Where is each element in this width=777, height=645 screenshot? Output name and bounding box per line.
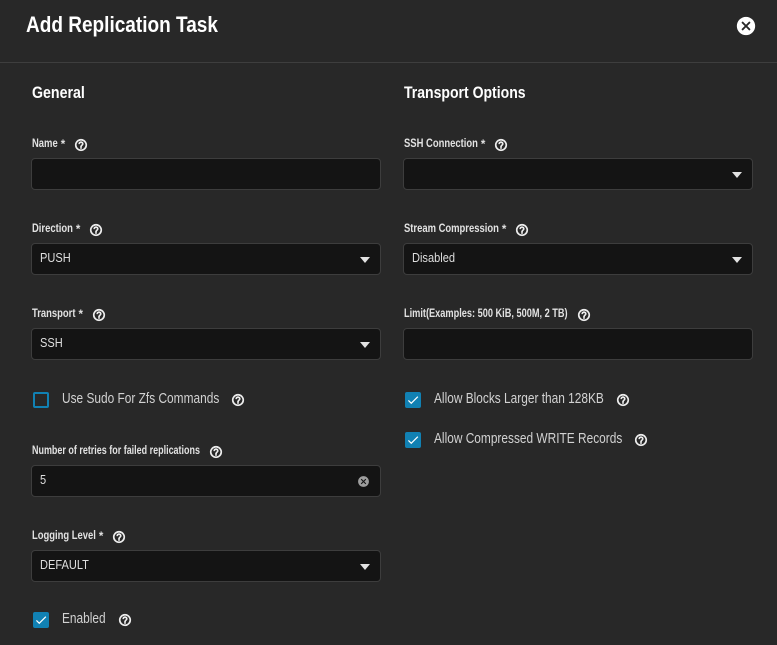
ssh-connection-select[interactable] xyxy=(403,158,753,190)
allow-write-checkbox[interactable] xyxy=(405,432,421,448)
retries-field: Number of retries for failed replication… xyxy=(31,445,381,497)
help-icon[interactable] xyxy=(494,138,508,152)
help-icon[interactable] xyxy=(92,308,106,322)
direction-field: Direction * PUSH xyxy=(31,223,381,275)
checkmark-icon xyxy=(406,433,420,447)
required-asterisk: * xyxy=(99,531,103,543)
transport-select[interactable]: SSH xyxy=(31,328,381,360)
retries-input[interactable]: 5 xyxy=(31,465,381,497)
help-icon[interactable] xyxy=(634,433,648,447)
stream-compression-select[interactable]: Disabled xyxy=(403,243,753,275)
logging-level-field: Logging Level * DEFAULT xyxy=(31,530,381,582)
enabled-label: Enabled xyxy=(62,611,106,628)
stream-compression-select-value: Disabled xyxy=(412,243,455,272)
general-heading: General xyxy=(32,85,85,101)
ssh-connection-field: SSH Connection * xyxy=(403,138,753,190)
required-asterisk: * xyxy=(61,139,65,151)
checkmark-icon xyxy=(406,393,420,407)
stream-compression-label: Stream Compression xyxy=(404,223,499,236)
allow-blocks-checkbox[interactable] xyxy=(405,392,421,408)
dropdown-arrow-icon xyxy=(732,172,742,178)
required-asterisk: * xyxy=(502,224,506,236)
allow-blocks-label: Allow Blocks Larger than 128KB xyxy=(434,391,604,408)
transport-options-heading: Transport Options xyxy=(404,85,526,101)
help-icon[interactable] xyxy=(74,138,88,152)
checkmark-icon xyxy=(34,613,48,627)
logging-level-label: Logging Level xyxy=(32,530,96,543)
required-asterisk: * xyxy=(79,309,83,321)
help-icon[interactable] xyxy=(118,613,132,627)
logging-level-select-value: DEFAULT xyxy=(40,550,89,579)
help-icon[interactable] xyxy=(231,393,245,407)
direction-select-value: PUSH xyxy=(40,243,71,272)
allow-write-checkbox-row: Allow Compressed WRITE Records xyxy=(405,431,648,448)
help-icon[interactable] xyxy=(89,223,103,237)
allow-blocks-checkbox-row: Allow Blocks Larger than 128KB xyxy=(405,391,630,408)
dropdown-arrow-icon xyxy=(360,257,370,263)
help-icon[interactable] xyxy=(209,445,223,459)
retries-input-value: 5 xyxy=(40,465,46,494)
help-icon[interactable] xyxy=(515,223,529,237)
retries-label: Number of retries for failed replication… xyxy=(32,445,200,458)
dropdown-arrow-icon xyxy=(360,564,370,570)
name-label: Name xyxy=(32,138,58,151)
general-section: General Name * Direction * PUSH Transpor… xyxy=(31,0,381,645)
transport-field: Transport * SSH xyxy=(31,308,381,360)
use-sudo-checkbox[interactable] xyxy=(33,392,49,408)
name-input[interactable] xyxy=(31,158,381,190)
limit-input[interactable] xyxy=(403,328,753,360)
use-sudo-checkbox-row: Use Sudo For Zfs Commands xyxy=(33,391,245,408)
name-field: Name * xyxy=(31,138,381,190)
direction-label: Direction xyxy=(32,223,73,236)
direction-select[interactable]: PUSH xyxy=(31,243,381,275)
required-asterisk: * xyxy=(481,139,485,151)
dropdown-arrow-icon xyxy=(732,257,742,263)
limit-label: Limit(Examples: 500 KiB, 500M, 2 TB) xyxy=(404,308,568,321)
ssh-connection-label: SSH Connection xyxy=(404,138,478,151)
logging-level-select[interactable]: DEFAULT xyxy=(31,550,381,582)
enabled-checkbox[interactable] xyxy=(33,612,49,628)
transport-label: Transport xyxy=(32,308,76,321)
limit-field: Limit(Examples: 500 KiB, 500M, 2 TB) xyxy=(403,308,753,360)
required-asterisk: * xyxy=(76,224,80,236)
stream-compression-field: Stream Compression * Disabled xyxy=(403,223,753,275)
allow-write-label: Allow Compressed WRITE Records xyxy=(434,431,622,448)
dropdown-arrow-icon xyxy=(360,342,370,348)
transport-select-value: SSH xyxy=(40,328,63,357)
help-icon[interactable] xyxy=(616,393,630,407)
transport-options-section: Transport Options SSH Connection * Strea… xyxy=(403,0,753,645)
clear-icon[interactable] xyxy=(357,475,370,488)
help-icon[interactable] xyxy=(577,308,591,322)
help-icon[interactable] xyxy=(112,530,126,544)
enabled-checkbox-row: Enabled xyxy=(33,611,132,628)
use-sudo-label: Use Sudo For Zfs Commands xyxy=(62,391,219,408)
